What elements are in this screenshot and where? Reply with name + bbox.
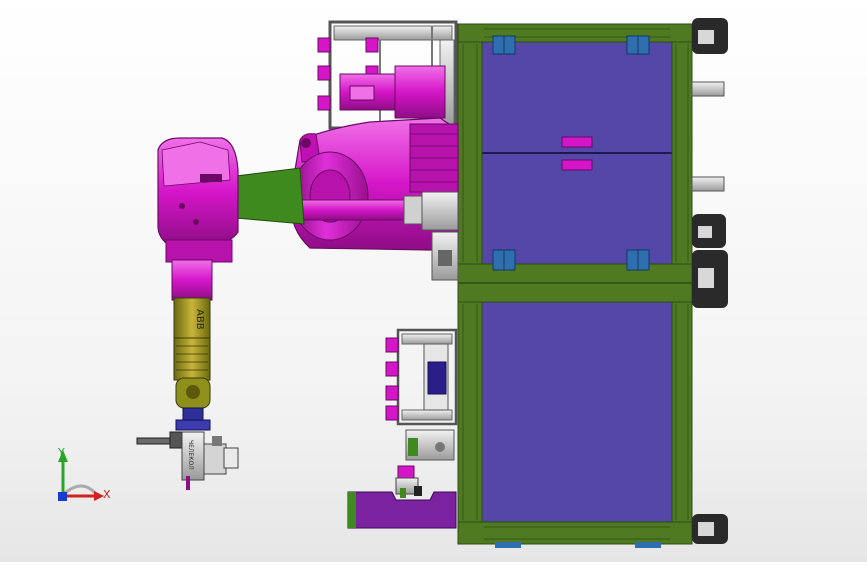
side-bracket (691, 176, 725, 192)
y-axis-label: Y (57, 446, 65, 459)
caster-wheel (692, 214, 726, 248)
robot-base (289, 117, 459, 281)
foot (495, 542, 521, 548)
frame-rail-bottom (457, 521, 693, 545)
drawer-handle (561, 159, 593, 171)
x-axis-label: X (103, 488, 111, 501)
caster-wheel (692, 250, 728, 308)
end-effector-gripper: ЧЕЛЕКОЛ (136, 407, 239, 490)
gripper-label: ЧЕЛЕКОЛ (187, 440, 194, 470)
motor-mount-cage (317, 20, 458, 130)
caster-wheel (692, 514, 728, 544)
drawer-handle (561, 136, 593, 148)
robot-forearm: ABB (171, 259, 213, 409)
hinge (492, 35, 516, 55)
cad-viewport[interactable]: ABB ЧЕЛЕКОЛ Y X (0, 0, 867, 562)
workpiece-fixture (347, 465, 457, 529)
robot-head (157, 137, 239, 263)
caster-wheel (692, 18, 728, 54)
z-axis-marker (58, 492, 67, 501)
lower-panel (481, 301, 673, 523)
hinge (626, 249, 650, 271)
hinge (492, 249, 516, 271)
foot (635, 542, 661, 548)
brand-label: ABB (194, 309, 205, 330)
side-bracket (691, 81, 725, 97)
coordinate-triad: Y X (57, 446, 111, 501)
cad-drawing: ABB ЧЕЛЕКОЛ Y X (57, 18, 728, 548)
tool-station (385, 328, 458, 461)
hinge (626, 35, 650, 55)
cabinet-frame (457, 18, 728, 548)
upper-arm-link (235, 167, 305, 225)
